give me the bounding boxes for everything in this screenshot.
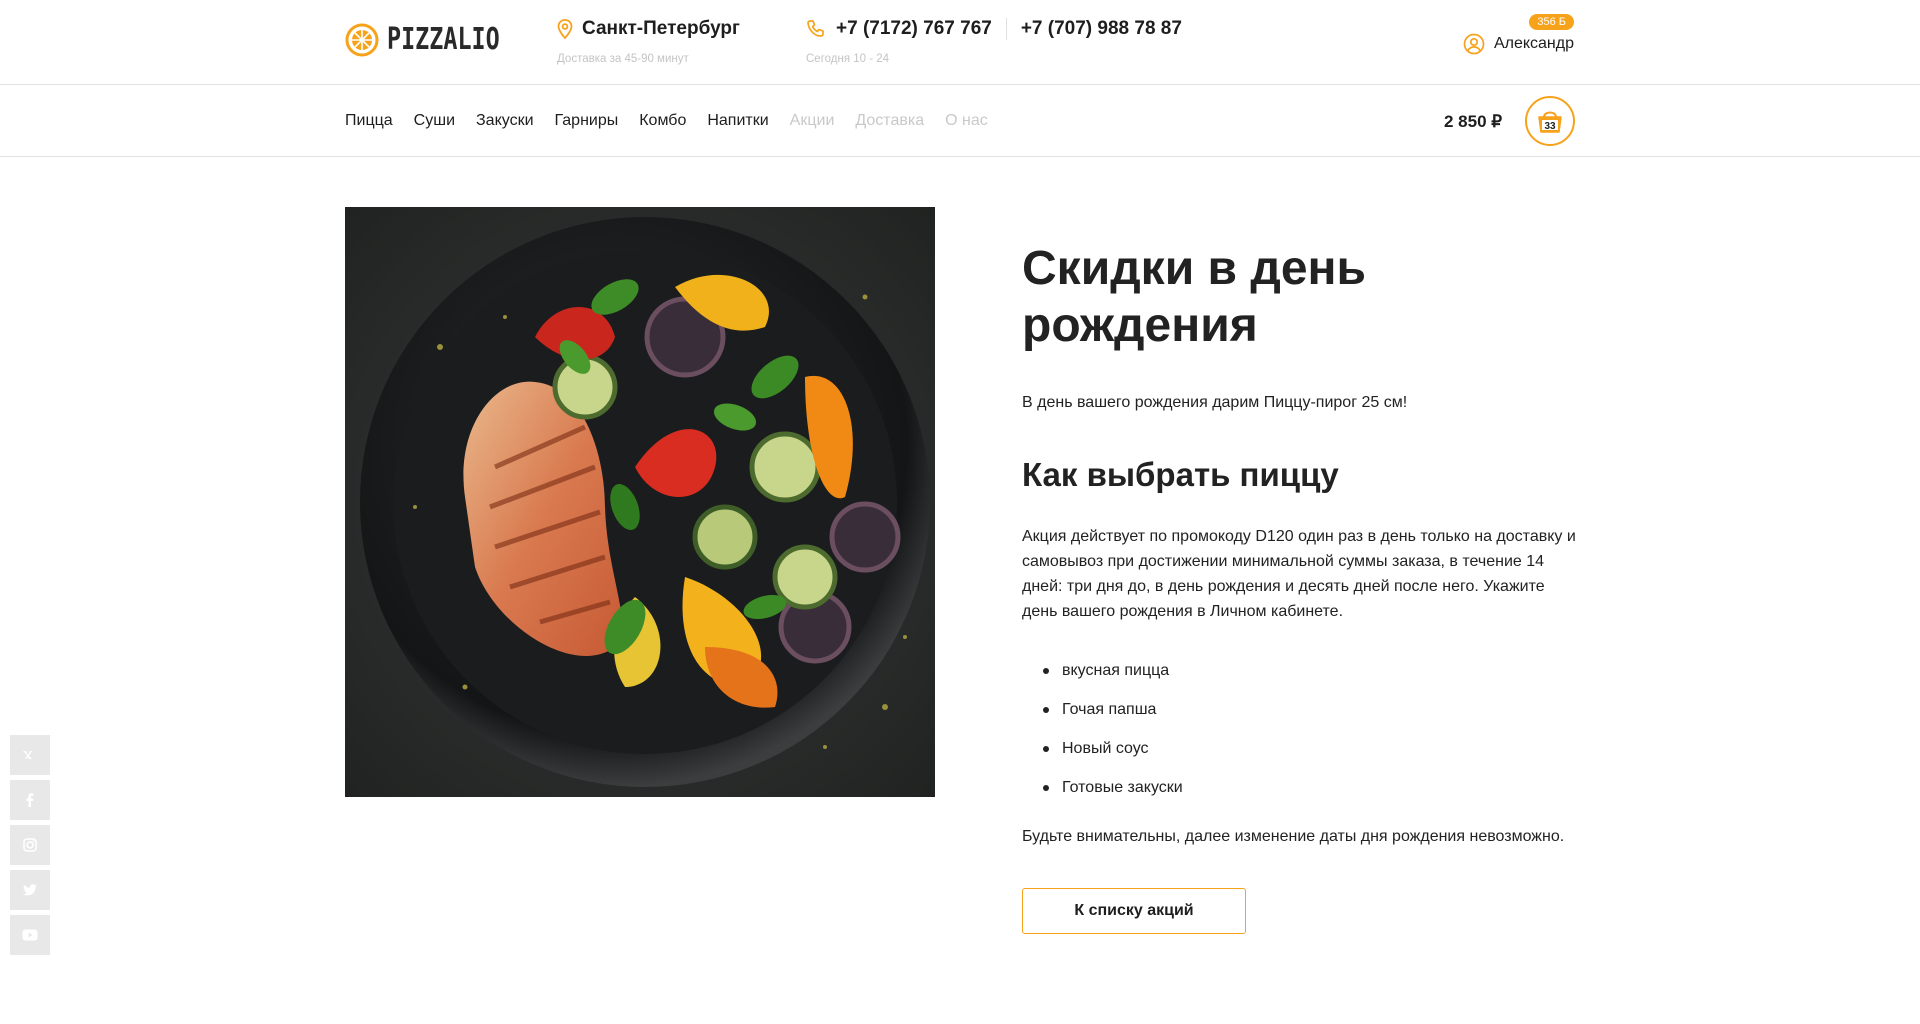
list-item: Готовые закуски bbox=[1043, 779, 1577, 818]
list-item: Новый соус bbox=[1043, 740, 1577, 779]
promo-title: Скидки в день рождения bbox=[1022, 242, 1367, 352]
phone-icon bbox=[807, 20, 824, 37]
nav-item-combo[interactable]: Комбо bbox=[639, 112, 686, 130]
cart-total: 2 850 ₽ bbox=[1444, 112, 1503, 131]
instagram-icon[interactable] bbox=[10, 825, 50, 865]
city-selector[interactable]: Санкт-Петербург Доставка за 45-90 минут bbox=[557, 18, 740, 65]
top-bar: PIZZALIO Санкт-Петербург Доставка за 45-… bbox=[0, 0, 1920, 85]
nav-item-snacks[interactable]: Закуски bbox=[476, 112, 534, 130]
nav-item-drinks[interactable]: Напитки bbox=[707, 112, 768, 130]
working-hours: Сегодня 10 - 24 bbox=[806, 53, 890, 65]
promo-article: Скидки в день рождения В день вашего рож… bbox=[1022, 240, 1577, 934]
promo-note: Будьте внимательны, далее изменение даты… bbox=[1022, 828, 1565, 845]
nav-item-pizza[interactable]: Пицца bbox=[345, 112, 393, 130]
vk-icon[interactable] bbox=[10, 735, 50, 775]
logo[interactable]: PIZZALIO bbox=[345, 22, 532, 57]
category-nav-bar: Пицца Суши Закуски Гарниры Комбо Напитки… bbox=[0, 85, 1920, 157]
promo-image bbox=[345, 207, 935, 797]
phones: +7 (7172) 767 767 +7 (707) 988 78 87 Сег… bbox=[806, 18, 1182, 65]
list-item: вкусная пицца bbox=[1043, 662, 1577, 701]
nav-item-sides[interactable]: Гарниры bbox=[555, 112, 619, 130]
phone-number-1[interactable]: +7 (7172) 767 767 bbox=[836, 18, 992, 40]
cart-button[interactable]: 33 bbox=[1525, 96, 1575, 146]
nav-item-promotions[interactable]: Акции bbox=[790, 112, 835, 130]
twitter-icon[interactable] bbox=[10, 870, 50, 910]
nav-item-sushi[interactable]: Суши bbox=[414, 112, 455, 130]
facebook-icon[interactable] bbox=[10, 780, 50, 820]
phone-divider bbox=[1005, 18, 1007, 40]
feature-list: вкусная пицца Гочая папша Новый соус Гот… bbox=[1022, 662, 1577, 818]
bonus-badge: 356 Б bbox=[1529, 14, 1574, 30]
list-item: Гочая папша bbox=[1043, 701, 1577, 740]
user-name: Александр bbox=[1493, 34, 1574, 52]
city-name: Санкт-Петербург bbox=[582, 18, 740, 39]
nav-item-delivery[interactable]: Доставка bbox=[855, 112, 924, 130]
social-links bbox=[10, 735, 50, 960]
delivery-note: Доставка за 45-90 минут bbox=[557, 53, 689, 65]
user-icon bbox=[1463, 33, 1485, 55]
location-pin-icon bbox=[557, 19, 573, 39]
back-to-promotions-button[interactable]: К списку акций bbox=[1022, 888, 1246, 934]
youtube-icon[interactable] bbox=[10, 915, 50, 955]
category-nav: Пицца Суши Закуски Гарниры Комбо Напитки… bbox=[345, 112, 1009, 130]
user-account[interactable]: 356 Б Александр bbox=[1463, 14, 1574, 55]
pizza-logo-icon bbox=[345, 23, 379, 56]
promo-intro: В день вашего рождения дарим Пиццу-пирог… bbox=[1022, 394, 1408, 411]
promo-description: Акция действует по промокоду D120 один р… bbox=[1022, 528, 1576, 620]
basket-icon: 33 bbox=[1538, 111, 1562, 133]
promo-subtitle: Как выбрать пиццу bbox=[1022, 456, 1339, 493]
nav-item-about[interactable]: О нас bbox=[945, 112, 988, 130]
phone-number-2[interactable]: +7 (707) 988 78 87 bbox=[1021, 18, 1182, 40]
cart-count: 33 bbox=[1544, 121, 1556, 132]
logo-text: PIZZALIO bbox=[387, 22, 500, 57]
